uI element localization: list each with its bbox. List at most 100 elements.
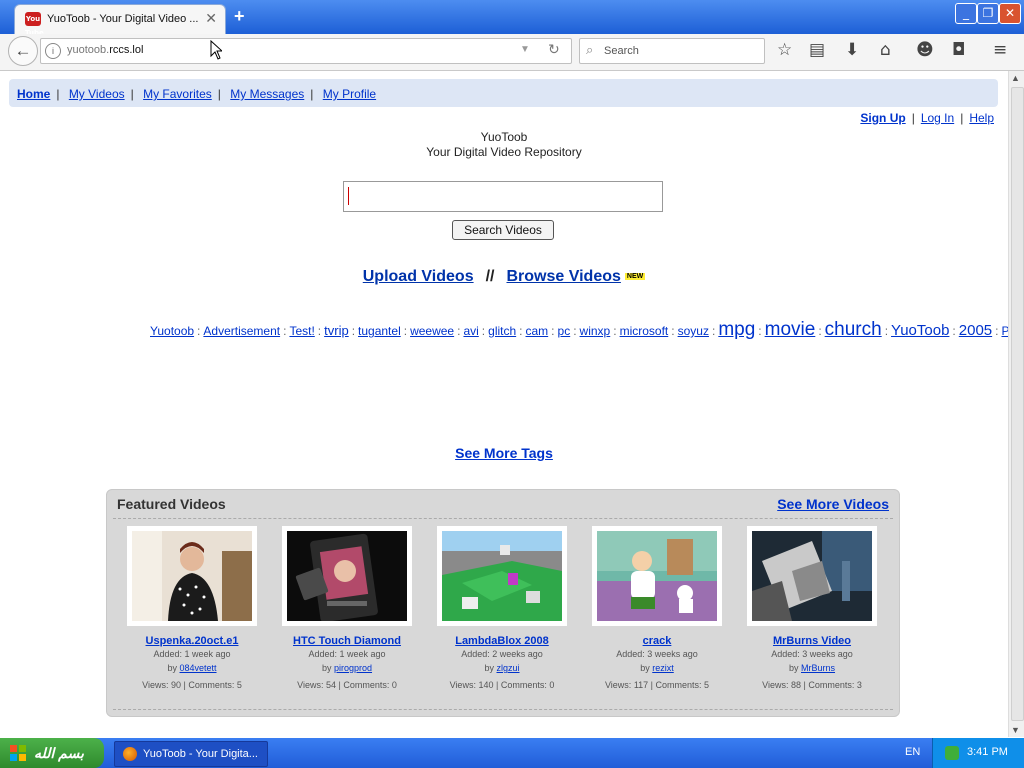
nav-my-favorites-link[interactable]: My Favorites [143, 87, 212, 101]
search-videos-button[interactable]: Search Videos [452, 220, 554, 240]
log-in-link[interactable]: Log In [921, 111, 954, 125]
bookmark-star-icon[interactable]: ☆ [777, 40, 792, 60]
comments-label: Comments: [188, 680, 235, 690]
tag-link[interactable]: cam [526, 324, 549, 338]
browse-videos-link[interactable]: Browse Videos [506, 268, 620, 285]
see-more-tags-link[interactable]: See More Tags [455, 445, 553, 461]
tag-link[interactable]: YuoToob [891, 322, 949, 339]
tag-link[interactable]: soyuz [678, 324, 709, 338]
window-minimize-button[interactable]: _ [955, 3, 977, 24]
start-button[interactable]: بسم الله [0, 738, 104, 768]
tag-link[interactable]: pc [558, 324, 571, 338]
home-icon[interactable]: ⌂ [880, 40, 891, 60]
tag-link[interactable]: Yuotoob [150, 324, 194, 338]
video-title-link[interactable]: MrBurns Video [773, 635, 851, 647]
video-thumbnail[interactable] [437, 526, 567, 626]
video-title-link[interactable]: crack [643, 635, 672, 647]
dropdown-arrow-icon[interactable]: ▼ [520, 44, 530, 55]
auth-links: Sign Up | Log In | Help [860, 111, 994, 125]
tag-link[interactable]: glitch [488, 324, 516, 338]
tag-link[interactable]: tvrip [324, 323, 349, 338]
tag-link[interactable]: 2005 [959, 322, 992, 339]
chat-icon[interactable]: ☻ [916, 40, 934, 60]
tag-link[interactable]: microsoft [620, 324, 669, 338]
video-title-link[interactable]: LambdaBlox 2008 [455, 635, 549, 647]
nav-separator: | [310, 87, 314, 101]
comments-count: 5 [236, 680, 242, 690]
scrollbar-thumb[interactable] [1011, 87, 1024, 721]
video-thumbnail[interactable] [592, 526, 722, 626]
taskbar-window-firefox[interactable]: YuoToob - Your Digita... [114, 741, 268, 767]
nav-my-profile-link[interactable]: My Profile [323, 87, 376, 101]
tag-separator: : [519, 324, 523, 338]
video-added: Added: 3 weeks ago [771, 649, 853, 659]
sign-up-link[interactable]: Sign Up [860, 111, 905, 125]
taskbar-window-label: YuoToob - Your Digita... [143, 748, 258, 760]
tag-link[interactable]: tugantel [358, 324, 401, 338]
by-label: by [167, 663, 177, 673]
help-link[interactable]: Help [969, 111, 994, 125]
windows-taskbar: بسم الله YuoToob - Your Digita... EN 3:4… [0, 738, 1024, 768]
search-icon: ⌕ [586, 42, 594, 57]
video-thumbnail[interactable] [127, 526, 257, 626]
video-thumbnail[interactable] [282, 526, 412, 626]
tag-link[interactable]: movie [765, 319, 816, 340]
nav-home-link[interactable]: Home [17, 87, 50, 101]
network-tray-icon[interactable] [945, 746, 959, 760]
video-author-link[interactable]: MrBurns [801, 663, 835, 673]
upload-videos-link[interactable]: Upload Videos [363, 268, 474, 285]
site-navigation-bar: Home | My Videos | My Favorites | My Messag… [9, 79, 998, 107]
scroll-up-arrow-icon[interactable]: ▲ [1011, 73, 1020, 83]
video-title-link[interactable]: HTC Touch Diamond [293, 635, 401, 647]
tag-separator: : [711, 324, 716, 338]
video-added: Added: 2 weeks ago [461, 649, 543, 659]
by-label: by [484, 663, 494, 673]
tag-separator: : [351, 324, 356, 338]
video-author-link[interactable]: rezixt [652, 663, 674, 673]
new-tab-plus-icon[interactable]: + [234, 6, 245, 27]
window-close-button[interactable]: ✕ [999, 3, 1021, 24]
browser-tab[interactable]: You Tube YuoToob - Your Digital Video ..… [14, 4, 226, 37]
scroll-down-arrow-icon[interactable]: ▼ [1011, 725, 1020, 735]
views-label: Views: [762, 680, 789, 690]
see-more-videos-link[interactable]: See More Videos [777, 496, 889, 512]
site-header: YuoToob Your Digital Video Repository [0, 130, 1008, 160]
tag-link[interactable]: avi [463, 324, 478, 338]
tab-close-icon[interactable]: ✕ [205, 10, 217, 27]
nav-my-videos-link[interactable]: My Videos [69, 87, 125, 101]
url-text: yuotoob.rccs.lol [67, 44, 144, 56]
by-label: by [788, 663, 799, 673]
views-count: 117 [633, 680, 649, 690]
tag-link[interactable]: mpg [718, 319, 755, 340]
video-thumbnail[interactable] [747, 526, 877, 626]
reading-list-icon[interactable]: ▤ [809, 40, 825, 60]
nav-my-messages-link[interactable]: My Messages [230, 87, 304, 101]
views-count: 88 [790, 680, 801, 690]
address-bar[interactable]: i yuotoob.rccs.lol ▼ ↻ [40, 38, 572, 64]
hamburger-menu-icon[interactable]: ≡ [993, 40, 1007, 60]
video-title-link[interactable]: Uspenka.20oct.e1 [146, 635, 239, 647]
browser-search-input[interactable]: ⌕ Search [579, 38, 765, 64]
tag-link[interactable]: weewee [410, 324, 454, 338]
download-arrow-icon[interactable]: ⬇ [845, 40, 859, 60]
video-card: Uspenka.20oct.e1 Added: 1 week ago by 08… [117, 526, 267, 692]
vertical-scrollbar[interactable]: ▲ ▼ [1008, 71, 1024, 737]
video-author-link[interactable]: pirogprod [334, 663, 372, 673]
reload-icon[interactable]: ↻ [548, 41, 560, 58]
video-author-link[interactable]: zlgzui [497, 663, 520, 673]
tag-separator: : [573, 324, 577, 338]
tag-link[interactable]: winxp [580, 324, 611, 338]
tag-link[interactable]: Test! [289, 324, 314, 338]
video-author-link[interactable]: 084vetett [180, 663, 217, 673]
video-search-input[interactable] [343, 181, 663, 212]
back-arrow-icon[interactable]: ← [8, 36, 38, 66]
window-maximize-button[interactable]: ❐ [977, 3, 999, 24]
views-label: Views: [297, 680, 324, 690]
info-icon[interactable]: i [45, 43, 61, 59]
tag-link[interactable]: Advertisement [203, 324, 280, 338]
tag-separator: : [884, 324, 889, 338]
views-count: 90 [170, 680, 181, 690]
pocket-icon[interactable]: ◘ [952, 40, 965, 60]
tag-link[interactable]: church [825, 319, 882, 340]
language-indicator[interactable]: EN [905, 746, 920, 758]
